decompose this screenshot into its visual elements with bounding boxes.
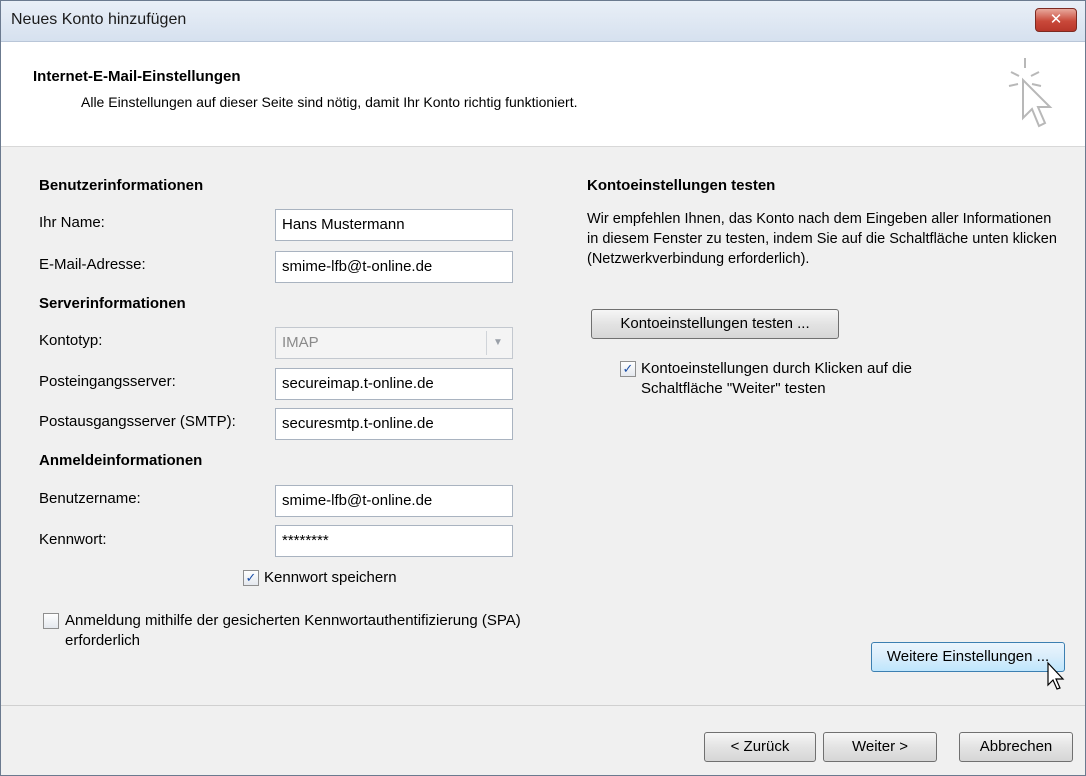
footer-divider [1, 705, 1085, 706]
section-login-info: Anmeldeinformationen [39, 452, 203, 469]
dialog-window: Neues Konto hinzufügen ✕ Internet-E-Mail… [0, 0, 1086, 776]
spa-label[interactable]: Anmeldung mithilfe der gesicherten Kennw… [65, 611, 555, 651]
title-bar: Neues Konto hinzufügen ✕ [1, 1, 1085, 42]
auto-test-checkbox[interactable]: ✓ [620, 361, 636, 377]
email-input[interactable]: smime-lfb@t-online.de [275, 251, 513, 283]
outgoing-server-label: Postausgangsserver (SMTP): [39, 413, 236, 430]
incoming-server-input[interactable]: secureimap.t-online.de [275, 368, 513, 400]
mouse-pointer-icon [1047, 661, 1065, 690]
header-subtitle: Alle Einstellungen auf dieser Seite sind… [81, 94, 578, 110]
window-title: Neues Konto hinzufügen [11, 11, 187, 28]
test-settings-button[interactable]: Kontoeinstellungen testen ... [591, 309, 839, 339]
test-description: Wir empfehlen Ihnen, das Konto nach dem … [587, 211, 1057, 267]
account-type-value: IMAP [282, 334, 319, 351]
email-label: E-Mail-Adresse: [39, 256, 146, 273]
wizard-header: Internet-E-Mail-Einstellungen Alle Einst… [1, 42, 1085, 147]
account-type-select: IMAP ▼ [275, 327, 513, 359]
password-label: Kennwort: [39, 531, 107, 548]
next-button[interactable]: Weiter > [823, 732, 937, 762]
name-input[interactable]: Hans Mustermann [275, 209, 513, 241]
close-button[interactable]: ✕ [1035, 8, 1077, 32]
account-type-label: Kontotyp: [39, 332, 103, 349]
cancel-button[interactable]: Abbrechen [959, 732, 1073, 762]
save-password-checkbox[interactable]: ✓ [243, 570, 259, 586]
auto-test-label[interactable]: Kontoeinstellungen durch Klicken auf die… [641, 359, 971, 399]
incoming-server-label: Posteingangsserver: [39, 373, 176, 390]
back-button[interactable]: < Zurück [704, 732, 816, 762]
section-test-settings: Kontoeinstellungen testen [587, 177, 776, 194]
username-input[interactable]: smime-lfb@t-online.de [275, 485, 513, 517]
save-password-label[interactable]: Kennwort speichern [264, 569, 397, 586]
more-settings-button[interactable]: Weitere Einstellungen ... [871, 642, 1065, 672]
section-user-info: Benutzerinformationen [39, 177, 204, 194]
username-label: Benutzername: [39, 490, 141, 507]
chevron-down-icon: ▼ [486, 331, 509, 355]
name-label: Ihr Name: [39, 214, 105, 231]
section-server-info: Serverinformationen [39, 295, 186, 312]
header-title: Internet-E-Mail-Einstellungen [33, 68, 241, 85]
close-icon: ✕ [1049, 11, 1063, 28]
wizard-cursor-icon [1008, 58, 1053, 128]
outgoing-server-input[interactable]: securesmtp.t-online.de [275, 408, 513, 440]
spa-checkbox[interactable] [43, 613, 59, 629]
password-input[interactable]: ******** [275, 525, 513, 557]
